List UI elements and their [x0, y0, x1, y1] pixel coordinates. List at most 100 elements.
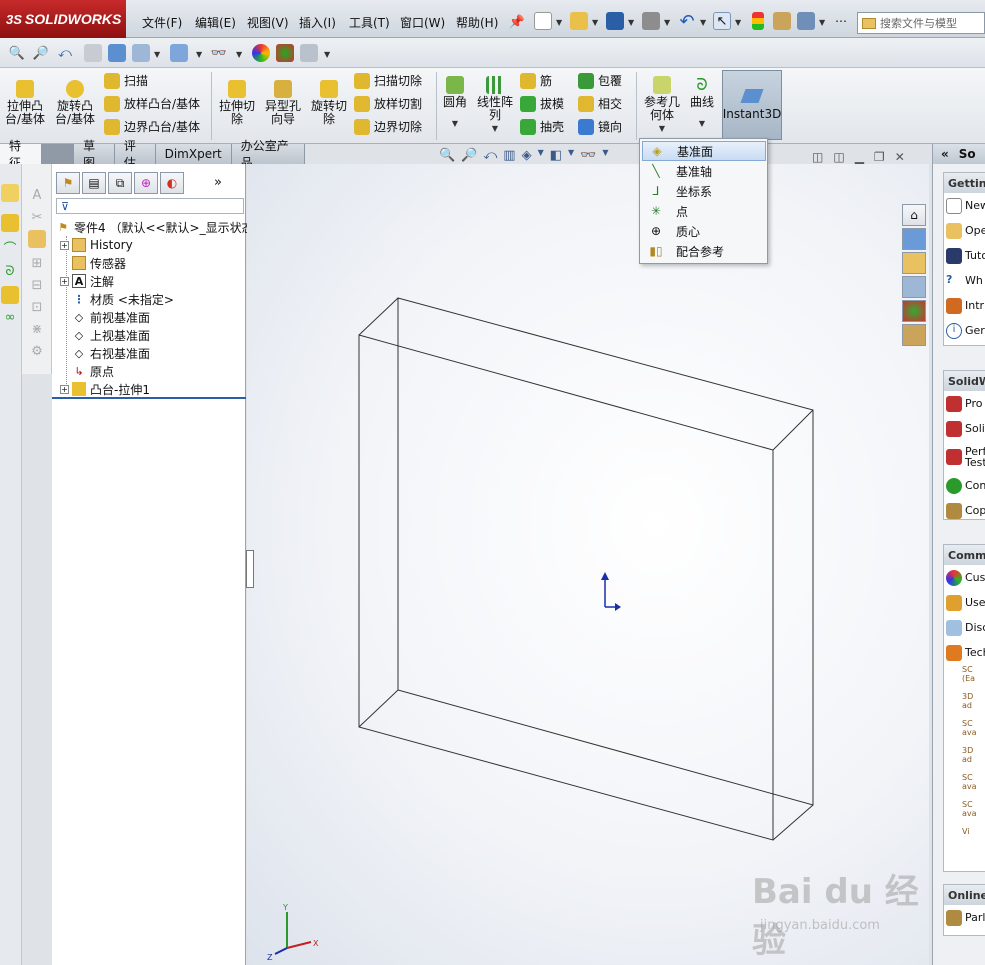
rib-button[interactable]: 筋 [520, 72, 552, 89]
new-document-icon[interactable] [534, 12, 552, 30]
hide-show-icon[interactable]: 👓 [210, 44, 228, 62]
menu-item-mate-reference[interactable]: ▮▯ 配合参考 [642, 241, 766, 261]
zoom-to-area-icon[interactable]: 🔎 [32, 44, 50, 62]
rss-item[interactable]: SC ava [944, 800, 985, 827]
menu-file[interactable]: 文件(F) [142, 14, 182, 31]
appearances-icon[interactable] [902, 300, 926, 322]
link-open[interactable]: Ope [944, 218, 985, 243]
loft-cut-button[interactable]: 放样切割 [354, 95, 422, 112]
menu-tools[interactable]: 工具(T) [349, 14, 390, 31]
mirror-button[interactable]: 镜向 [578, 118, 622, 135]
tree-item-right-plane[interactable]: ◇ 右视基准面 [72, 344, 150, 362]
tab-dimxpert[interactable]: DimXpert [155, 144, 232, 164]
link-customer-portal[interactable]: Cus [944, 565, 985, 590]
wrap-button[interactable]: 包覆 [578, 72, 622, 89]
dimxpertmanager-tab-icon[interactable]: ⊕ [134, 172, 158, 194]
link-partner[interactable]: Parl [944, 905, 985, 930]
link-con[interactable]: Con [944, 473, 985, 498]
rebuild-traffic-light-icon[interactable] [752, 12, 764, 30]
text-tool-icon[interactable]: A [28, 186, 46, 204]
view-orientation-icon[interactable] [132, 44, 150, 62]
move-entities-icon[interactable]: ⊡ [28, 298, 46, 316]
expand-icon[interactable]: + [60, 384, 69, 394]
chevron-down-icon[interactable]: ▼ [324, 50, 330, 59]
chevron-down-icon[interactable]: ▼ [154, 50, 160, 59]
circle-icon[interactable]: ∞ [1, 308, 19, 326]
spline-icon[interactable]: ᘐ [1, 262, 19, 280]
tree-item-origin[interactable]: ↳ 原点 [72, 362, 114, 380]
chevron-down-icon[interactable]: ▼ [556, 18, 562, 27]
zoom-to-fit-icon[interactable]: 🔍 [8, 44, 26, 62]
file-explorer-icon[interactable] [902, 252, 926, 274]
tile-right-icon[interactable]: ◫ [833, 150, 844, 164]
intersect-button[interactable]: 相交 [578, 95, 622, 112]
rss-item[interactable]: SC (Ea [944, 665, 985, 692]
trim-icon[interactable]: ✂ [28, 208, 46, 226]
section-view-icon[interactable]: ▥ [503, 148, 515, 163]
previous-view-icon[interactable]: ⤺ [56, 44, 74, 62]
menu-item-coordinate-system[interactable]: ⅃ 坐标系 [642, 181, 766, 201]
rectangle-icon[interactable] [1, 286, 19, 304]
save-icon[interactable] [606, 12, 624, 30]
revolve-cut-button[interactable]: 旋转切 除 [307, 80, 351, 126]
display-style-icon[interactable] [170, 44, 188, 62]
rss-item[interactable]: 3D ad [944, 746, 985, 773]
chevron-down-icon[interactable]: ▼ [236, 50, 242, 59]
tree-item-boss-extrude[interactable]: + 凸台-拉伸1 [60, 380, 150, 398]
chevron-down-icon[interactable]: ▼ [641, 122, 683, 135]
link-tech[interactable]: Tech [944, 640, 985, 665]
dynamic-annotation-icon[interactable] [108, 44, 126, 62]
sweep-cut-button[interactable]: 扫描切除 [354, 72, 422, 89]
revolve-boss-button[interactable]: 旋转凸 台/基体 [50, 80, 100, 126]
propertymanager-tab-icon[interactable]: ▤ [82, 172, 106, 194]
curves-button[interactable]: ᘐ 曲线 ▼ [686, 76, 718, 130]
extrude-cut-button[interactable]: 拉伸切 除 [216, 80, 258, 126]
pin-icon[interactable]: 📌 [508, 13, 526, 31]
smart-dimension-icon[interactable] [1, 214, 19, 232]
file-properties-icon[interactable] [773, 12, 791, 30]
configurationmanager-tab-icon[interactable]: ⧉ [108, 172, 132, 194]
extrude-boss-button[interactable]: 拉伸凸 台/基体 [2, 80, 48, 126]
link-user-groups[interactable]: Use [944, 590, 985, 615]
tab-sketch[interactable]: 草图 [74, 139, 115, 170]
menu-view[interactable]: 视图(V) [247, 14, 289, 31]
search-input[interactable]: 搜索文件与模型 [857, 12, 985, 34]
tree-item-top-plane[interactable]: ◇ 上视基准面 [72, 326, 150, 344]
view-all-link[interactable]: Vi [944, 827, 985, 854]
instant3d-button[interactable]: Instant3D [722, 70, 782, 140]
tab-features[interactable]: 特征 [0, 139, 42, 170]
custom-properties-icon[interactable] [902, 324, 926, 346]
close-icon[interactable]: ✕ [895, 150, 905, 164]
print-icon[interactable] [642, 12, 660, 30]
tree-root-part[interactable]: ⚑ 零件4 （默认<<默认>_显示状态 [56, 218, 254, 236]
view-palette-icon[interactable] [902, 276, 926, 298]
view-orientation-icon[interactable]: ◈ [522, 148, 532, 163]
linear-pattern-button[interactable]: 线性阵 列 ▼ [474, 76, 516, 135]
hide-show-icon[interactable]: 👓 [580, 148, 596, 163]
loft-boss-button[interactable]: 放样凸台/基体 [104, 95, 200, 112]
chevron-down-icon[interactable]: ▼ [819, 18, 825, 27]
chevron-down-icon[interactable]: ▼ [628, 18, 634, 27]
chevron-down-icon[interactable]: ▼ [474, 122, 516, 135]
hole-wizard-button[interactable]: 异型孔 向导 [261, 80, 305, 126]
chevron-down-icon[interactable]: ▼ [592, 18, 598, 27]
select-cursor-icon[interactable]: ↖ [713, 12, 731, 30]
part-wireframe[interactable] [247, 164, 929, 965]
collapse-pane-icon[interactable]: « [941, 147, 949, 161]
tile-left-icon[interactable]: ◫ [812, 150, 823, 164]
mirror-entities-icon[interactable]: ⊟ [28, 276, 46, 294]
repair-sketch-icon[interactable]: ⚙ [28, 342, 46, 360]
tree-item-front-plane[interactable]: ◇ 前视基准面 [72, 308, 150, 326]
link-performance-test[interactable]: Perf Test [944, 441, 985, 473]
link-intro[interactable]: Intr [944, 293, 985, 318]
tree-item-annotations[interactable]: + A 注解 [60, 272, 114, 290]
boundary-boss-button[interactable]: 边界凸台/基体 [104, 118, 200, 135]
link-pro[interactable]: Pro [944, 391, 985, 416]
menu-insert[interactable]: 插入(I) [299, 14, 336, 31]
chevron-down-icon[interactable]: ▼ [538, 148, 544, 163]
chevron-down-icon[interactable]: ▼ [700, 18, 706, 27]
menu-item-axis[interactable]: ╲ 基准轴 [642, 161, 766, 181]
link-solid[interactable]: Soli [944, 416, 985, 441]
appearance-icon[interactable] [252, 44, 270, 62]
link-tutorials[interactable]: Tuto [944, 243, 985, 268]
